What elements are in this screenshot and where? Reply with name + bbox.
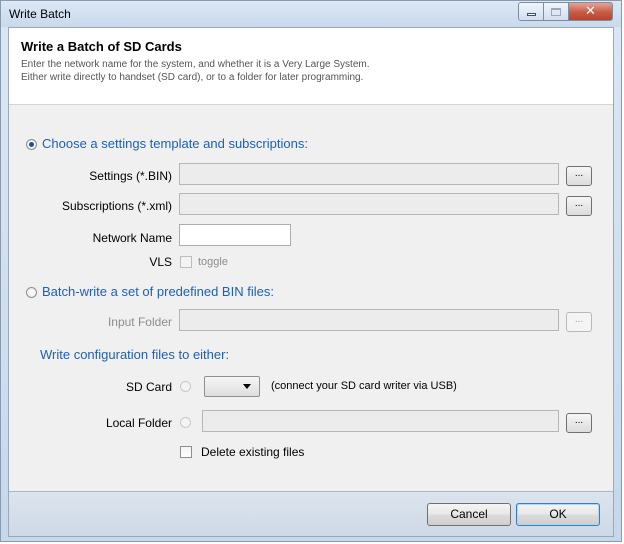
sd-card-hint: (connect your SD card writer via USB) <box>271 380 457 392</box>
header-description-line-1: Enter the network name for the system, a… <box>21 59 370 70</box>
input-folder-label: Input Folder <box>107 315 172 329</box>
local-folder-radio[interactable] <box>180 417 191 428</box>
sd-card-radio[interactable] <box>180 381 191 392</box>
subscriptions-path-field[interactable] <box>179 193 559 215</box>
vls-toggle-label: toggle <box>198 256 228 268</box>
close-button[interactable]: ✕ <box>569 2 613 21</box>
cancel-button[interactable]: Cancel <box>427 503 511 526</box>
dialog-footer: Cancel OK <box>9 491 613 536</box>
window: Write Batch ✕ Write a Batch of SD Cards … <box>0 0 622 542</box>
maximize-icon <box>551 7 561 16</box>
header-title: Write a Batch of SD Cards <box>21 39 182 54</box>
sd-card-label: SD Card <box>125 380 172 394</box>
delete-existing-checkbox[interactable] <box>180 446 192 458</box>
output-section-heading: Write configuration files to either: <box>40 347 230 362</box>
settings-path-field[interactable] <box>179 163 559 185</box>
minimize-button[interactable] <box>518 2 544 21</box>
dialog-client-area: Write a Batch of SD Cards Enter the netw… <box>8 27 614 537</box>
local-folder-browse-button[interactable]: ... <box>566 413 592 433</box>
title-bar[interactable]: Write Batch ✕ <box>1 1 621 27</box>
batch-radio[interactable] <box>26 287 37 298</box>
sd-card-dropdown[interactable] <box>204 376 260 397</box>
close-icon: ✕ <box>585 4 596 19</box>
template-radio-label[interactable]: Choose a settings template and subscript… <box>42 136 308 151</box>
settings-label: Settings (*.BIN) <box>89 169 172 183</box>
input-folder-field[interactable] <box>179 309 559 331</box>
network-name-label: Network Name <box>92 231 172 245</box>
vls-label: VLS <box>149 255 172 269</box>
vls-checkbox[interactable] <box>180 256 192 268</box>
delete-existing-label[interactable]: Delete existing files <box>201 445 304 459</box>
settings-browse-button[interactable]: ... <box>566 166 592 186</box>
subscriptions-browse-button[interactable]: ... <box>566 196 592 216</box>
local-folder-label: Local Folder <box>105 416 172 430</box>
network-name-input[interactable] <box>179 224 291 246</box>
dialog-header: Write a Batch of SD Cards Enter the netw… <box>9 28 613 105</box>
minimize-icon <box>526 13 536 16</box>
chevron-down-icon <box>243 384 251 389</box>
window-title: Write Batch <box>9 7 71 21</box>
ok-button[interactable]: OK <box>516 503 600 526</box>
maximize-button[interactable] <box>544 2 569 21</box>
batch-radio-label[interactable]: Batch-write a set of predefined BIN file… <box>42 284 274 299</box>
local-folder-field[interactable] <box>202 410 559 432</box>
caption-buttons: ✕ <box>518 2 613 22</box>
template-radio[interactable] <box>26 139 37 150</box>
header-description-line-2: Either write directly to handset (SD car… <box>21 72 364 83</box>
input-folder-browse-button[interactable]: ... <box>566 312 592 332</box>
subscriptions-label: Subscriptions (*.xml) <box>61 199 172 213</box>
